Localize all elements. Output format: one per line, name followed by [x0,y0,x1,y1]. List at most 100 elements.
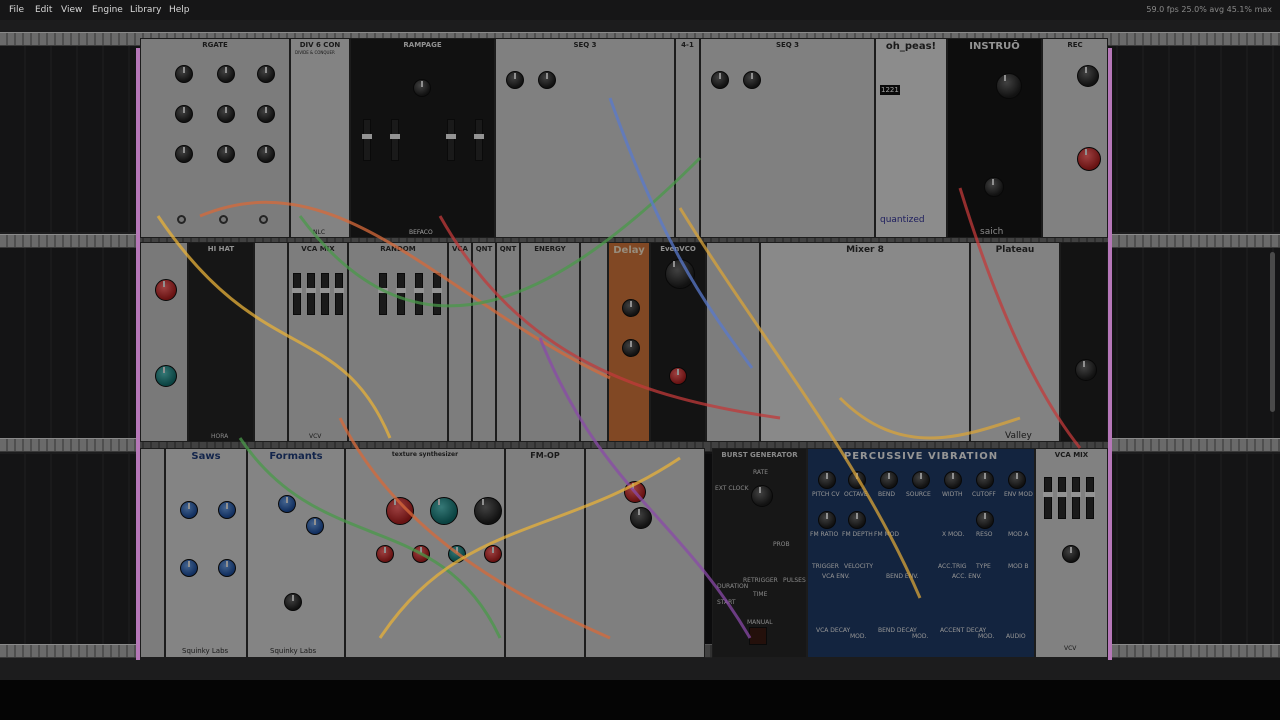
length-knob[interactable] [217,65,235,83]
module-rec[interactable]: REC [1042,38,1108,238]
frequency-knob[interactable] [630,507,652,529]
cutoff-knob[interactable] [976,471,994,489]
rack-workspace[interactable]: RGATE DIV 6 CON DIVIDE & CONQUER NLC RAM… [0,20,1280,680]
module-percussive-vibration[interactable]: PERCUSSIVE VIBRATION PITCH CV OCTAVE BEN… [807,448,1035,658]
balance-knob[interactable] [413,79,431,97]
bend-knob[interactable] [880,471,898,489]
module-seq3[interactable]: SEQ 3 [700,38,875,238]
steps-knob[interactable] [538,71,556,89]
module-saws[interactable]: Saws Squinky Labs [165,448,247,658]
fc-knob[interactable] [278,495,296,513]
module-energy[interactable]: ENERGY [520,242,580,442]
channel-fader[interactable] [1085,477,1095,519]
texture-knob[interactable] [448,545,466,563]
module-qnt[interactable]: QNT [472,242,496,442]
module-hihat[interactable]: HI HAT HORA [188,242,254,442]
pitch-cv-knob[interactable] [818,471,836,489]
channel-fader[interactable] [306,273,316,315]
module-rampage[interactable]: RAMPAGE BEFACO [350,38,495,238]
frequency-knob[interactable] [996,73,1022,99]
tempo-knob[interactable] [506,71,524,89]
reso-knob[interactable] [976,511,994,529]
mode-knob[interactable] [624,481,646,503]
channel-fader[interactable] [320,273,330,315]
menu-engine[interactable]: Engine [92,5,123,15]
tempo-knob[interactable] [711,71,729,89]
menu-file[interactable]: File [9,5,24,15]
length-knob[interactable] [257,65,275,83]
module-evenvco[interactable]: EvenVCO [650,242,706,442]
fall-fader[interactable] [474,119,484,161]
feedback-knob[interactable] [622,339,640,357]
shape-fader[interactable] [396,273,406,315]
size-knob[interactable] [376,545,394,563]
level-knob[interactable] [1075,359,1097,381]
fm-ratio-knob[interactable] [818,511,836,529]
pwm-knob[interactable] [669,367,687,385]
module-delay[interactable]: Delay [608,242,650,442]
output-jack[interactable] [219,215,228,224]
module-vca-mix[interactable]: VCA MIX VCV [288,242,348,442]
steps-knob[interactable] [743,71,761,89]
clk-mul-knob[interactable] [257,145,275,163]
module-mixer8[interactable]: Mixer 8 [760,242,970,442]
length-knob[interactable] [175,65,193,83]
module-bernoulli[interactable] [140,242,188,442]
menu-view[interactable]: View [61,5,82,15]
menu-edit[interactable]: Edit [35,5,52,15]
density-knob[interactable] [430,497,458,525]
octave-knob[interactable] [665,259,695,289]
module-qnt[interactable]: QNT [496,242,520,442]
pitch-knob[interactable] [474,497,502,525]
module-clock[interactable] [140,448,165,658]
module-texture-synth[interactable]: texture synthesizer [345,448,505,658]
clk-mul-knob[interactable] [175,145,193,163]
level-knob[interactable] [1077,65,1099,87]
channel-fader[interactable] [1071,477,1081,519]
module-seq3[interactable]: SEQ 3 [495,38,675,238]
module-vca[interactable]: VCA [448,242,472,442]
module-lfo[interactable] [254,242,288,442]
module-vco[interactable] [585,448,705,658]
channel-fader[interactable] [1057,477,1067,519]
module-burst-generator[interactable]: BURST GENERATOR RATE EXT CLOCK TIME DURA… [712,448,807,658]
menu-library[interactable]: Library [130,5,161,15]
module-fm-op[interactable]: FM-OP [505,448,585,658]
probability-knob[interactable] [155,279,177,301]
module-vca-mix[interactable]: VCA MIX VCV [1035,448,1108,658]
source-knob[interactable] [912,471,930,489]
module-instruo[interactable]: INSTRUŌ saich [947,38,1042,238]
manual-button[interactable] [749,627,767,645]
module-random[interactable]: RANDOM [348,242,448,442]
env-mod-knob[interactable] [1008,471,1026,489]
rise-fader[interactable] [362,119,372,161]
clk-div-knob[interactable] [175,105,193,123]
time-knob[interactable] [622,299,640,317]
detune-knob[interactable] [180,559,198,577]
module-formants[interactable]: Formants Squinky Labs [247,448,345,658]
rise-fader[interactable] [446,119,456,161]
rate-knob[interactable] [751,485,773,507]
module-4to1[interactable]: 4-1 [675,38,700,238]
fc-knob[interactable] [306,517,324,535]
fm-knob[interactable] [218,501,236,519]
channel-fader[interactable] [292,273,302,315]
clk-div-knob[interactable] [257,105,275,123]
width-knob[interactable] [944,471,962,489]
fine-knob[interactable] [984,177,1004,197]
module-rgate[interactable]: RGATE [140,38,290,238]
record-button[interactable] [1077,147,1101,171]
module-scope[interactable] [1060,242,1108,442]
octave-knob[interactable] [848,471,866,489]
vowel-knob[interactable] [284,593,302,611]
mix-knob[interactable] [218,559,236,577]
module-oh-peas[interactable]: oh_peas! 1221 quantized [875,38,947,238]
module-utility[interactable] [580,242,608,442]
rate-fader[interactable] [378,273,388,315]
channel-fader[interactable] [334,273,344,315]
vertical-scrollbar[interactable] [1270,252,1275,412]
density-knob[interactable] [412,545,430,563]
clk-mul-knob[interactable] [217,145,235,163]
menu-help[interactable]: Help [169,5,190,15]
position-knob[interactable] [386,497,414,525]
